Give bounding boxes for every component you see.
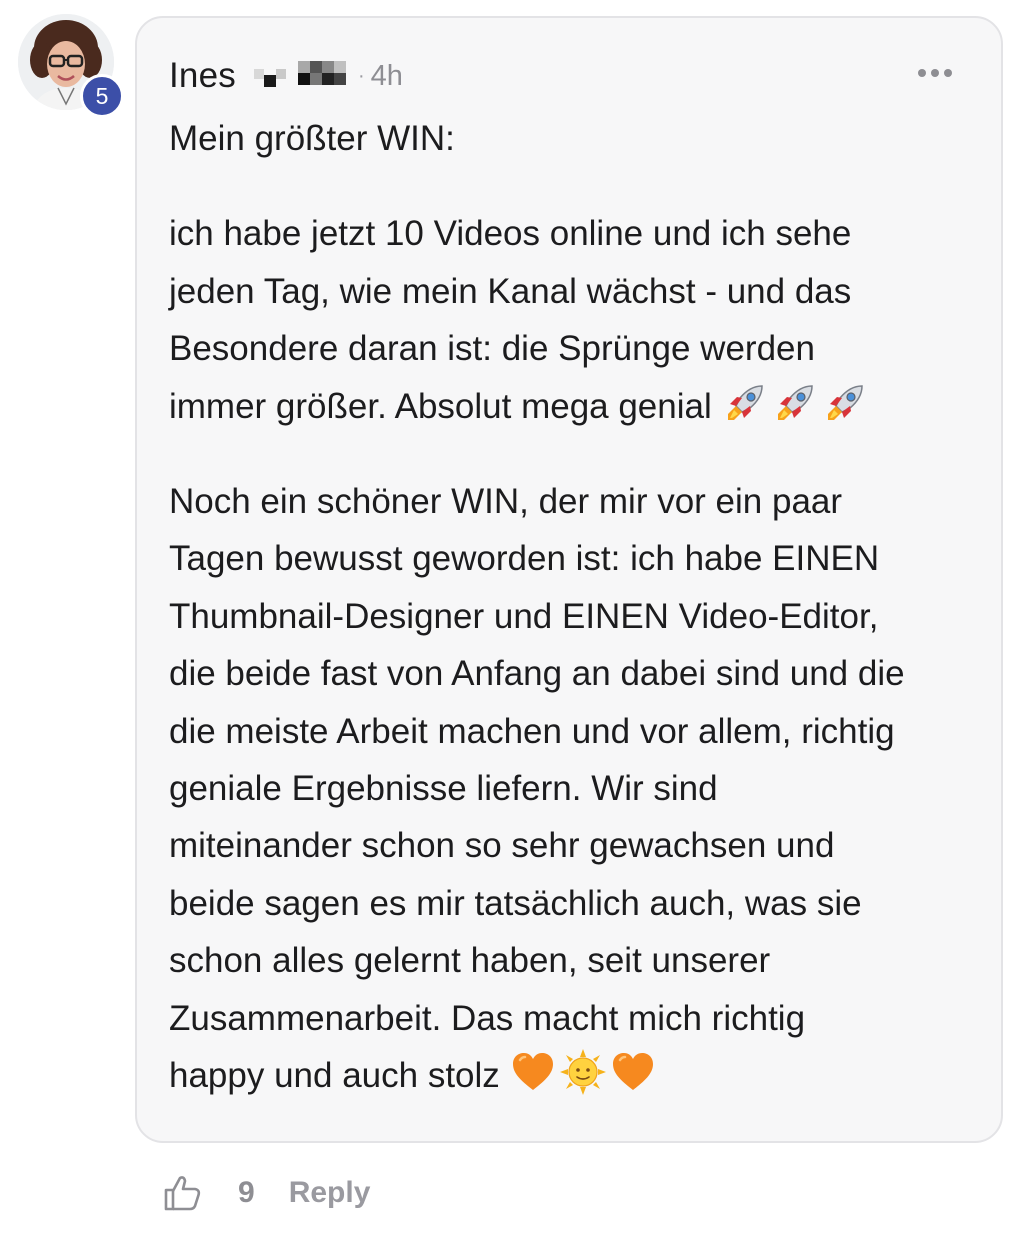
- comment-text: schon alles gelernt haben, seit unserer: [169, 941, 771, 981]
- comment-text-line: die beide fast von Anfang an dabei sind …: [169, 645, 989, 702]
- comment-text-line: Tagen bewusst geworden ist: ich habe EIN…: [169, 530, 989, 587]
- author-avatar-container[interactable]: 5: [18, 14, 124, 118]
- comment-text: miteinander schon so sehr gewachsen und: [169, 826, 835, 866]
- comment-text-line: Noch ein schöner WIN, der mir vor ein pa…: [169, 473, 989, 530]
- comment-text: die meiste Arbeit machen und vor allem, …: [169, 711, 895, 751]
- orange-heart-icon: [610, 1049, 656, 1095]
- more-dots-icon: [944, 69, 952, 77]
- redacted-name-blur: [253, 61, 346, 91]
- comment-paragraph: Noch ein schöner WIN, der mir vor ein pa…: [169, 473, 989, 1104]
- comment-text-line: schon alles gelernt haben, seit unserer: [169, 932, 989, 989]
- comment-text-line: die meiste Arbeit machen und vor allem, …: [169, 703, 989, 760]
- comment-text: jeden Tag, wie mein Kanal wächst - und d…: [169, 271, 852, 311]
- more-dots-icon: [931, 69, 939, 77]
- comment-text: Besondere daran ist: die Sprünge werden: [169, 329, 815, 369]
- comment-text: Noch ein schöner WIN, der mir vor ein pa…: [169, 482, 843, 522]
- separator-dot: ·: [357, 64, 365, 87]
- orange-heart-icon: [510, 1049, 556, 1095]
- author-name[interactable]: Ines: [169, 56, 236, 96]
- comment-text-line: jeden Tag, wie mein Kanal wächst - und d…: [169, 263, 989, 320]
- like-button[interactable]: [160, 1171, 204, 1215]
- comment-paragraph: ich habe jetzt 10 Videos online und ich …: [169, 205, 989, 435]
- comment-text: ich habe jetzt 10 Videos online und ich …: [169, 214, 852, 254]
- thumbs-up-icon: [164, 1176, 201, 1211]
- rocket-icon: [772, 380, 818, 426]
- comment-header: Ines · 4h: [169, 52, 403, 100]
- comment-card: Ines · 4h Mein größter WIN: ich habe jet…: [135, 16, 1003, 1143]
- comment-text: Thumbnail-Designer und EINEN Video-Edito…: [169, 596, 879, 636]
- comment-text-line: geniale Ergebnisse liefern. Wir sind: [169, 760, 989, 817]
- comment-text: Mein größter WIN:: [169, 119, 455, 158]
- comment-body: Mein größter WIN: ich habe jetzt 10 Video…: [169, 110, 989, 1143]
- comment-text-line: miteinander schon so sehr gewachsen und: [169, 817, 989, 874]
- comment-text-line: ich habe jetzt 10 Videos online und ich …: [169, 205, 989, 262]
- comment-text: beide sagen es mir tatsächlich auch, was…: [169, 883, 862, 923]
- more-dots-icon: [918, 69, 926, 77]
- comment-text: immer größer. Absolut mega genial: [169, 386, 712, 426]
- level-badge: 5: [80, 74, 124, 118]
- comment-paragraph: Mein größter WIN:: [169, 110, 989, 167]
- comment-text: Zusammenarbeit. Das macht mich richtig: [169, 998, 806, 1038]
- sun-with-face-icon: [559, 1049, 606, 1096]
- comment-text: happy und auch stolz: [169, 1056, 500, 1096]
- comment-text-line: Zusammenarbeit. Das macht mich richtig: [169, 990, 989, 1047]
- rocket-icon: [822, 380, 868, 426]
- redaction-block: [253, 61, 288, 91]
- comment-text: geniale Ergebnisse liefern. Wir sind: [169, 769, 718, 809]
- rocket-icon: [722, 380, 768, 426]
- comment-actions: 9 Reply: [160, 1168, 370, 1218]
- more-options-button[interactable]: [913, 56, 957, 90]
- timestamp: 4h: [370, 59, 403, 92]
- comment-text-line: Mein größter WIN:: [169, 110, 989, 167]
- comment-text-line: immer größer. Absolut mega genial: [169, 378, 989, 435]
- comment-text: die beide fast von Anfang an dabei sind …: [169, 654, 905, 694]
- comment-text-line: Thumbnail-Designer und EINEN Video-Edito…: [169, 588, 989, 645]
- comment-text-line: beide sagen es mir tatsächlich auch, was…: [169, 875, 989, 932]
- redaction-block: [297, 61, 346, 91]
- reply-button[interactable]: Reply: [289, 1176, 371, 1210]
- comment-text: Tagen bewusst geworden ist: ich habe EIN…: [169, 539, 880, 579]
- comment-text-line: happy und auch stolz: [169, 1047, 989, 1104]
- like-count: 9: [238, 1176, 255, 1209]
- comment-text-line: Besondere daran ist: die Sprünge werden: [169, 320, 989, 377]
